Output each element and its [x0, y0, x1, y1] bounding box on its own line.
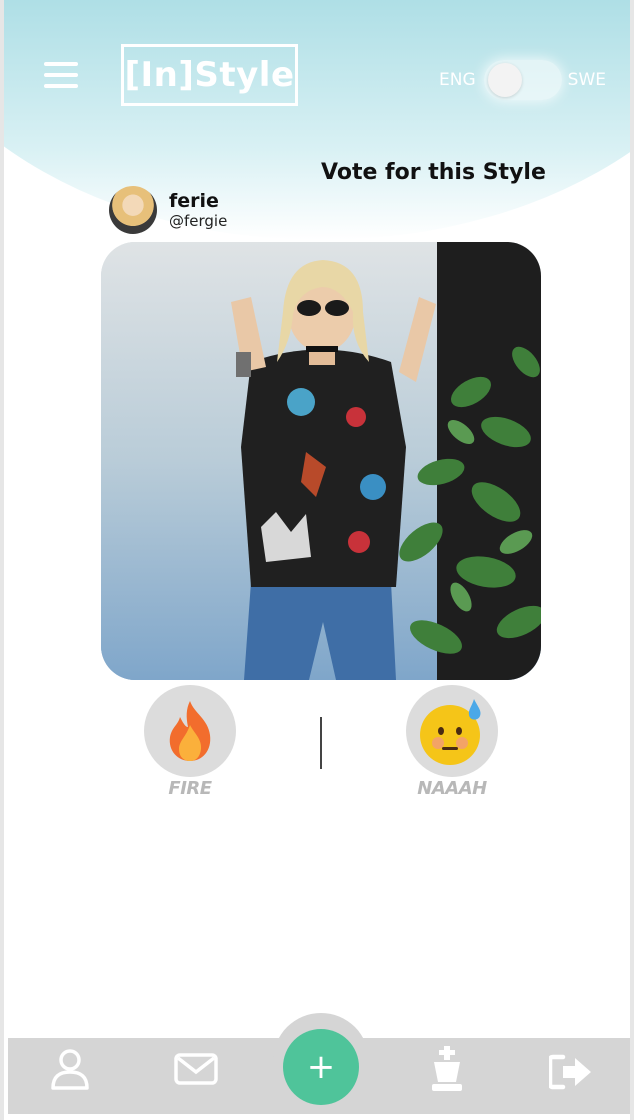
naaah-label: NAAAH — [417, 778, 487, 799]
language-toggle[interactable] — [483, 60, 562, 100]
user-name: ferie — [169, 190, 219, 212]
toggle-knob — [487, 63, 522, 97]
add-button[interactable]: + — [283, 1029, 359, 1105]
language-switch: ENG SWE — [439, 60, 606, 100]
logout-icon[interactable] — [547, 1054, 593, 1094]
fire-vote-button[interactable] — [144, 685, 236, 777]
lang-eng-label: ENG — [439, 70, 476, 90]
fire-icon — [169, 701, 211, 761]
post-author[interactable]: ferie @fergie — [109, 186, 227, 234]
user-handle: @fergie — [169, 212, 228, 230]
vote-divider — [320, 717, 322, 769]
menu-icon[interactable] — [44, 62, 78, 88]
header-background — [4, 0, 630, 240]
mail-icon[interactable] — [174, 1053, 218, 1089]
sweat-emoji-icon — [420, 699, 481, 765]
fire-label: FIRE — [168, 778, 212, 799]
naaah-vote-button[interactable] — [406, 685, 498, 777]
app-frame: [In]Style ENG SWE Vote for this Style fe… — [0, 0, 634, 1120]
app-logo: [In]Style — [121, 44, 298, 106]
lang-swe-label: SWE — [567, 70, 606, 90]
style-photo — [101, 242, 541, 680]
page-title: Vote for this Style — [321, 160, 546, 185]
avatar[interactable] — [109, 186, 157, 234]
chess-king-icon[interactable] — [428, 1046, 466, 1096]
profile-icon[interactable] — [50, 1048, 90, 1094]
